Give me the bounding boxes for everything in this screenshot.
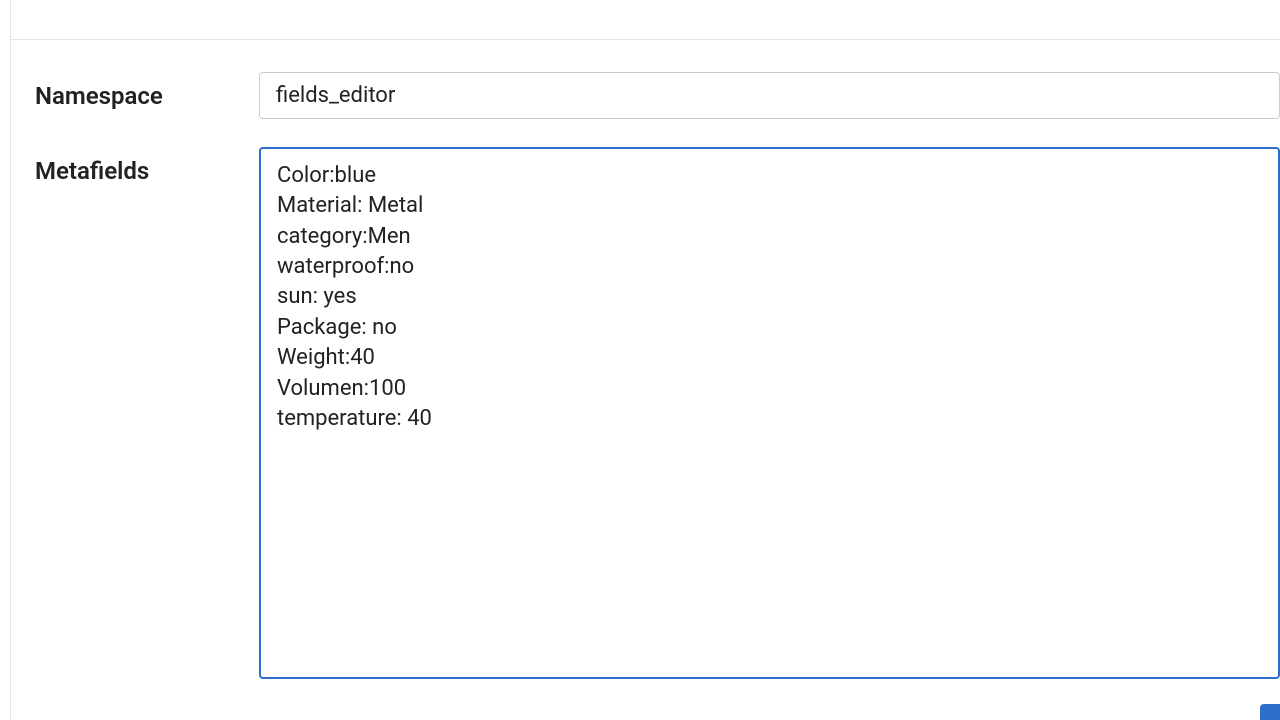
save-button[interactable] (1260, 704, 1280, 720)
namespace-input[interactable] (259, 72, 1280, 119)
metafields-input-col (259, 147, 1280, 683)
metafields-textarea[interactable] (259, 147, 1280, 679)
metafields-row: Metafields (35, 147, 1280, 683)
namespace-input-col (259, 72, 1280, 119)
top-divider (11, 0, 1280, 40)
namespace-label: Namespace (35, 72, 259, 110)
editor-container: Namespace Metafields (10, 0, 1280, 720)
form-area: Namespace Metafields (11, 40, 1280, 683)
namespace-row: Namespace (35, 72, 1280, 119)
metafields-label: Metafields (35, 147, 259, 185)
